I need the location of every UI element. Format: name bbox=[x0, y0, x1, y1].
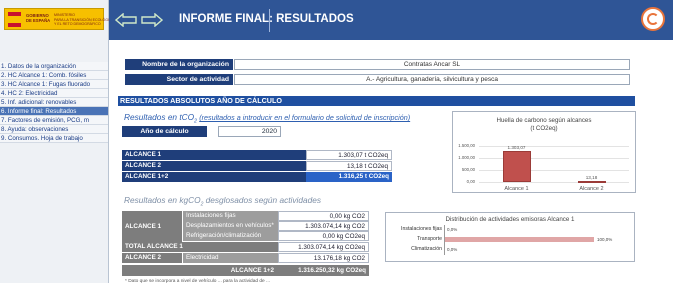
chart1-gridline bbox=[479, 182, 629, 183]
sidebar-nav: 1. Datos de la organización 2. HC Alcance… bbox=[0, 62, 108, 143]
chart2-data-label: 0,0% bbox=[447, 247, 458, 252]
chart1-category-label: Alcance 1 bbox=[504, 186, 529, 192]
year-field[interactable]: 2020 bbox=[218, 126, 281, 137]
forward-arrow-icon[interactable] bbox=[141, 13, 163, 27]
chart1-data-label: 13,18 bbox=[585, 175, 598, 180]
chart2-data-label: 0,0% bbox=[447, 227, 458, 232]
logo-text-ministerio: MINISTERIO PARA LA TRANSICIÓN ECOLÓGICA … bbox=[54, 13, 114, 26]
kg-desplazamientos-label: Desplazamientos en vehículos* bbox=[183, 221, 278, 231]
actividades-chart: Distribución de actividades emisoras Alc… bbox=[385, 212, 635, 262]
kg-total-alcance1-label: TOTAL ALCANCE 1 bbox=[122, 242, 278, 252]
kg-alcance12-value: 1.316.250,32 kg CO2eq bbox=[278, 265, 369, 276]
sidebar-item[interactable]: 5. Inf. adicional: renovables bbox=[0, 98, 108, 107]
chart1-ytick: 500,00 bbox=[461, 167, 475, 172]
kg-instalaciones-label: Instalaciones fijas bbox=[183, 211, 278, 221]
chart1-category-label: Alcance 2 bbox=[579, 186, 604, 192]
kg-alcance1-label: ALCANCE 1 bbox=[122, 211, 182, 242]
results-tco2-heading-text: Resultados en tCO bbox=[124, 112, 195, 122]
org-name-label: Nombre de la organización bbox=[125, 59, 233, 70]
chart1-gridline bbox=[479, 158, 629, 159]
sidebar-item[interactable]: 6. Informe final: Resultados bbox=[0, 107, 108, 116]
org-name-field[interactable]: Contratas Ancar SL bbox=[234, 59, 630, 70]
kg-total-alcance1-value: 1.303.074,14 kg CO2eq bbox=[278, 242, 369, 252]
year-label: Año de cálculo bbox=[122, 126, 207, 137]
chart1-bar bbox=[502, 150, 531, 182]
sidebar-item[interactable]: 7. Factores de emisión, PCG, m bbox=[0, 116, 108, 125]
results-tco2-heading: Resultados en tCO2 (resultados a introdu… bbox=[124, 112, 410, 125]
sidebar-item[interactable]: 2. HC Alcance 1: Comb. fósiles bbox=[0, 71, 108, 80]
kg-electricidad-label: Electricidad bbox=[183, 253, 278, 263]
kg-refrigeracion-value: 0,00 kg CO2eq bbox=[278, 231, 369, 241]
sidebar-item[interactable]: 1. Datos de la organización bbox=[0, 62, 108, 71]
footnote: * Dato que se incorpora a nivel de vehíc… bbox=[125, 279, 271, 284]
kg-alcance12-label: ALCANCE 1+2 bbox=[122, 265, 278, 276]
kg-desplazamientos-value: 1.303.074,14 kg CO2 bbox=[278, 221, 369, 231]
chart2-category-label: Climatización bbox=[411, 246, 442, 252]
chart2-category-label: Transporte bbox=[417, 236, 442, 242]
alcance2-label: ALCANCE 2 bbox=[122, 161, 306, 171]
sector-field[interactable]: A.- Agricultura, ganadería, silvicultura… bbox=[234, 74, 630, 85]
results-kg-heading-rest: desglosados según actividades bbox=[203, 195, 321, 205]
page-title: INFORME FINAL: RESULTADOS bbox=[179, 13, 354, 25]
chart2-title: Distribución de actividades emisoras Alc… bbox=[445, 216, 575, 223]
chart2-bar bbox=[444, 237, 594, 242]
chart2-category-label: Instalaciones fijas bbox=[401, 226, 442, 232]
government-logo: GOBIERNO DE ESPAÑA MINISTERIO PARA LA TR… bbox=[4, 8, 114, 30]
chart1-title: Huella de carbono según alcances bbox=[496, 117, 592, 124]
chart1-bar bbox=[577, 181, 606, 183]
results-tco2-heading-sub: 2 bbox=[194, 118, 197, 125]
sidebar-item[interactable]: 8. Ayuda: observaciones bbox=[0, 125, 108, 134]
kg-refrigeracion-label: Refrigeración/climatización bbox=[183, 231, 278, 241]
sidebar: GOBIERNO DE ESPAÑA MINISTERIO PARA LA TR… bbox=[0, 0, 114, 283]
logo-text-gobierno: GOBIERNO DE ESPAÑA bbox=[26, 13, 51, 23]
chart2-axis bbox=[444, 225, 445, 255]
kg-electricidad-value: 13.176,18 kg CO2 bbox=[278, 253, 369, 263]
sidebar-item[interactable]: 3. HC Alcance 1: Fugas fluorado bbox=[0, 80, 108, 89]
alcance12-value: 1.316,25 t CO2eq bbox=[306, 172, 392, 182]
chart2-data-label: 100,0% bbox=[597, 237, 613, 242]
alcances-chart: Huella de carbono según alcances (t CO2e… bbox=[452, 111, 636, 193]
swirl-logo-icon bbox=[641, 7, 665, 31]
section-title: RESULTADOS ABSOLUTOS AÑO DE CÁLCULO bbox=[118, 96, 635, 106]
results-tco2-link[interactable]: (resultados a introducir en el formulari… bbox=[199, 113, 410, 122]
sidebar-item[interactable]: 9. Consumos. Hoja de trabajo bbox=[0, 134, 108, 143]
alcance2-value: 13,18 t CO2eq bbox=[306, 161, 392, 171]
alcance12-label: ALCANCE 1+2 bbox=[122, 172, 306, 182]
chart1-ytick: 1.000,00 bbox=[458, 155, 475, 160]
sidebar-item[interactable]: 4. HC 2: Electricidad bbox=[0, 89, 108, 98]
header-bar: INFORME FINAL: RESULTADOS bbox=[109, 0, 673, 40]
chart1-ytick: 1.500,00 bbox=[458, 143, 475, 148]
chart1-data-label: 1.303,07 bbox=[507, 144, 526, 150]
alcance1-label: ALCANCE 1 bbox=[122, 150, 306, 160]
alcance1-value: 1.303,07 t CO2eq bbox=[306, 150, 392, 160]
chart1-gridline bbox=[479, 170, 629, 171]
kg-instalaciones-value: 0,00 kg CO2 bbox=[278, 211, 369, 221]
chart1-ytick: 0,00 bbox=[466, 179, 475, 184]
chart1-subtitle: (t CO2eq) bbox=[530, 125, 558, 132]
sector-label: Sector de actividad bbox=[125, 74, 233, 85]
coat-of-arms-icon bbox=[8, 12, 21, 27]
results-kg-heading: Resultados en kgCO2 desglosados según ac… bbox=[124, 195, 321, 208]
results-kg-heading-text: Resultados en kgCO bbox=[124, 195, 201, 205]
kg-alcance2-label: ALCANCE 2 bbox=[122, 253, 182, 263]
back-arrow-icon[interactable] bbox=[115, 13, 137, 27]
